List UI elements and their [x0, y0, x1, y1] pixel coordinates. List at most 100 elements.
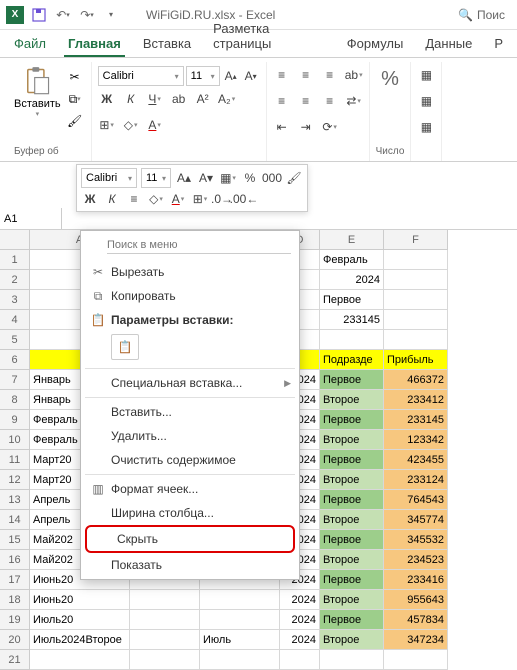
redo-button[interactable]: ↷▾ — [78, 6, 96, 24]
menu-column-width[interactable]: Ширина столбца... — [81, 501, 299, 525]
cell[interactable]: Июль2024Второе — [30, 630, 130, 650]
strikethrough-button[interactable]: ab — [170, 90, 188, 108]
cell[interactable] — [30, 650, 130, 670]
cell[interactable]: 2024 — [280, 630, 320, 650]
row-header[interactable]: 21 — [0, 650, 30, 670]
superscript-button[interactable]: A² — [194, 90, 212, 108]
menu-delete[interactable]: Удалить... — [81, 424, 299, 448]
mini-comma[interactable]: 000 — [263, 169, 281, 187]
cell[interactable]: Первое — [320, 290, 384, 310]
tab-page-layout[interactable]: Разметка страницы — [209, 17, 329, 57]
cell[interactable] — [130, 590, 200, 610]
align-right-button[interactable]: ≡ — [321, 92, 339, 110]
cell[interactable]: 345774 — [384, 510, 448, 530]
cell[interactable]: Прибыль — [384, 350, 448, 370]
mini-align[interactable]: ≡ — [125, 190, 143, 208]
tab-home[interactable]: Главная — [64, 32, 125, 57]
row-header[interactable]: 3 — [0, 290, 30, 310]
cell[interactable] — [130, 610, 200, 630]
cell[interactable]: Первое — [320, 530, 384, 550]
row-header[interactable]: 2 — [0, 270, 30, 290]
mini-percent[interactable]: % — [241, 169, 259, 187]
row-header[interactable]: 4 — [0, 310, 30, 330]
cell[interactable]: 123342 — [384, 430, 448, 450]
row-header[interactable]: 7 — [0, 370, 30, 390]
cell[interactable]: Второе — [320, 590, 384, 610]
cell[interactable]: 2024 — [320, 270, 384, 290]
cell[interactable]: 345532 — [384, 530, 448, 550]
row-header[interactable]: 5 — [0, 330, 30, 350]
cell[interactable] — [130, 650, 200, 670]
increase-font-button[interactable]: A▴ — [222, 67, 240, 85]
row-header[interactable]: 9 — [0, 410, 30, 430]
align-left-button[interactable]: ≡ — [273, 92, 291, 110]
cell[interactable] — [384, 310, 448, 330]
underline-button[interactable]: Ч▾ — [146, 90, 164, 108]
row-header[interactable]: 20 — [0, 630, 30, 650]
font-size-combo[interactable]: 11▾ — [186, 66, 220, 86]
mini-borders[interactable]: ⊞▾ — [191, 190, 209, 208]
decrease-indent-button[interactable]: ⇤ — [273, 118, 291, 136]
cell[interactable]: Первое — [320, 610, 384, 630]
paste-button[interactable]: Вставить ▾ — [14, 62, 61, 130]
cell[interactable]: Июль20 — [30, 610, 130, 630]
cut-button[interactable]: ✂ — [65, 68, 85, 86]
menu-search[interactable] — [107, 237, 291, 254]
select-all-corner[interactable] — [0, 230, 30, 250]
cell[interactable] — [320, 650, 384, 670]
cell[interactable]: 233145 — [320, 310, 384, 330]
cell[interactable] — [200, 610, 280, 630]
format-table-button[interactable]: ▦ — [417, 92, 435, 110]
mini-font-size[interactable]: 11▾ — [141, 168, 171, 188]
menu-show[interactable]: Показать — [81, 553, 299, 577]
cell[interactable] — [384, 270, 448, 290]
percent-icon[interactable]: % — [381, 68, 399, 91]
undo-button[interactable]: ↶▾ — [54, 6, 72, 24]
row-header[interactable]: 15 — [0, 530, 30, 550]
font-name-combo[interactable]: Calibri▾ — [98, 66, 184, 86]
fill-color-button[interactable]: ◇▾ — [122, 116, 140, 134]
mini-increase-font[interactable]: A▴ — [175, 169, 193, 187]
align-bottom-button[interactable]: ≡ — [321, 66, 339, 84]
cell[interactable]: Февраль — [320, 250, 384, 270]
mini-fill-color[interactable]: ◇▾ — [147, 190, 165, 208]
cell[interactable] — [384, 330, 448, 350]
row-header[interactable]: 1 — [0, 250, 30, 270]
italic-button[interactable]: К — [122, 90, 140, 108]
row-header[interactable]: 14 — [0, 510, 30, 530]
cell[interactable]: 347234 — [384, 630, 448, 650]
name-box[interactable]: A1 — [0, 208, 62, 229]
tab-insert[interactable]: Вставка — [139, 32, 195, 57]
tab-file[interactable]: Файл — [10, 32, 50, 57]
cell[interactable] — [280, 650, 320, 670]
cell-styles-button[interactable]: ▦ — [417, 118, 435, 136]
cell[interactable]: 466372 — [384, 370, 448, 390]
cell[interactable]: Второе — [320, 510, 384, 530]
cell[interactable] — [384, 290, 448, 310]
mini-decrease-decimal[interactable]: .0→ — [213, 190, 231, 208]
qat-customize[interactable]: ▾ — [102, 6, 120, 24]
row-header[interactable]: 13 — [0, 490, 30, 510]
mini-increase-decimal[interactable]: .00← — [235, 190, 253, 208]
row-header[interactable]: 16 — [0, 550, 30, 570]
cell[interactable]: 233412 — [384, 390, 448, 410]
orientation-button[interactable]: ⟳▾ — [321, 118, 339, 136]
cell[interactable] — [320, 330, 384, 350]
row-header[interactable]: 17 — [0, 570, 30, 590]
tab-data[interactable]: Данные — [421, 32, 476, 57]
save-button[interactable] — [30, 6, 48, 24]
merge-button[interactable]: ⇄▾ — [345, 92, 363, 110]
format-painter-button[interactable]: 🖌 — [65, 112, 85, 130]
cell[interactable]: Подразде — [320, 350, 384, 370]
cell[interactable]: 233145 — [384, 410, 448, 430]
cell[interactable]: Июль — [200, 630, 280, 650]
cell[interactable]: Второе — [320, 630, 384, 650]
align-middle-button[interactable]: ≡ — [297, 66, 315, 84]
row-header[interactable]: 12 — [0, 470, 30, 490]
font-color-button[interactable]: A▾ — [146, 116, 164, 134]
cell[interactable]: Первое — [320, 410, 384, 430]
cell[interactable]: Первое — [320, 490, 384, 510]
cell[interactable]: 234523 — [384, 550, 448, 570]
cell[interactable]: Второе — [320, 470, 384, 490]
decrease-font-button[interactable]: A▾ — [242, 67, 260, 85]
